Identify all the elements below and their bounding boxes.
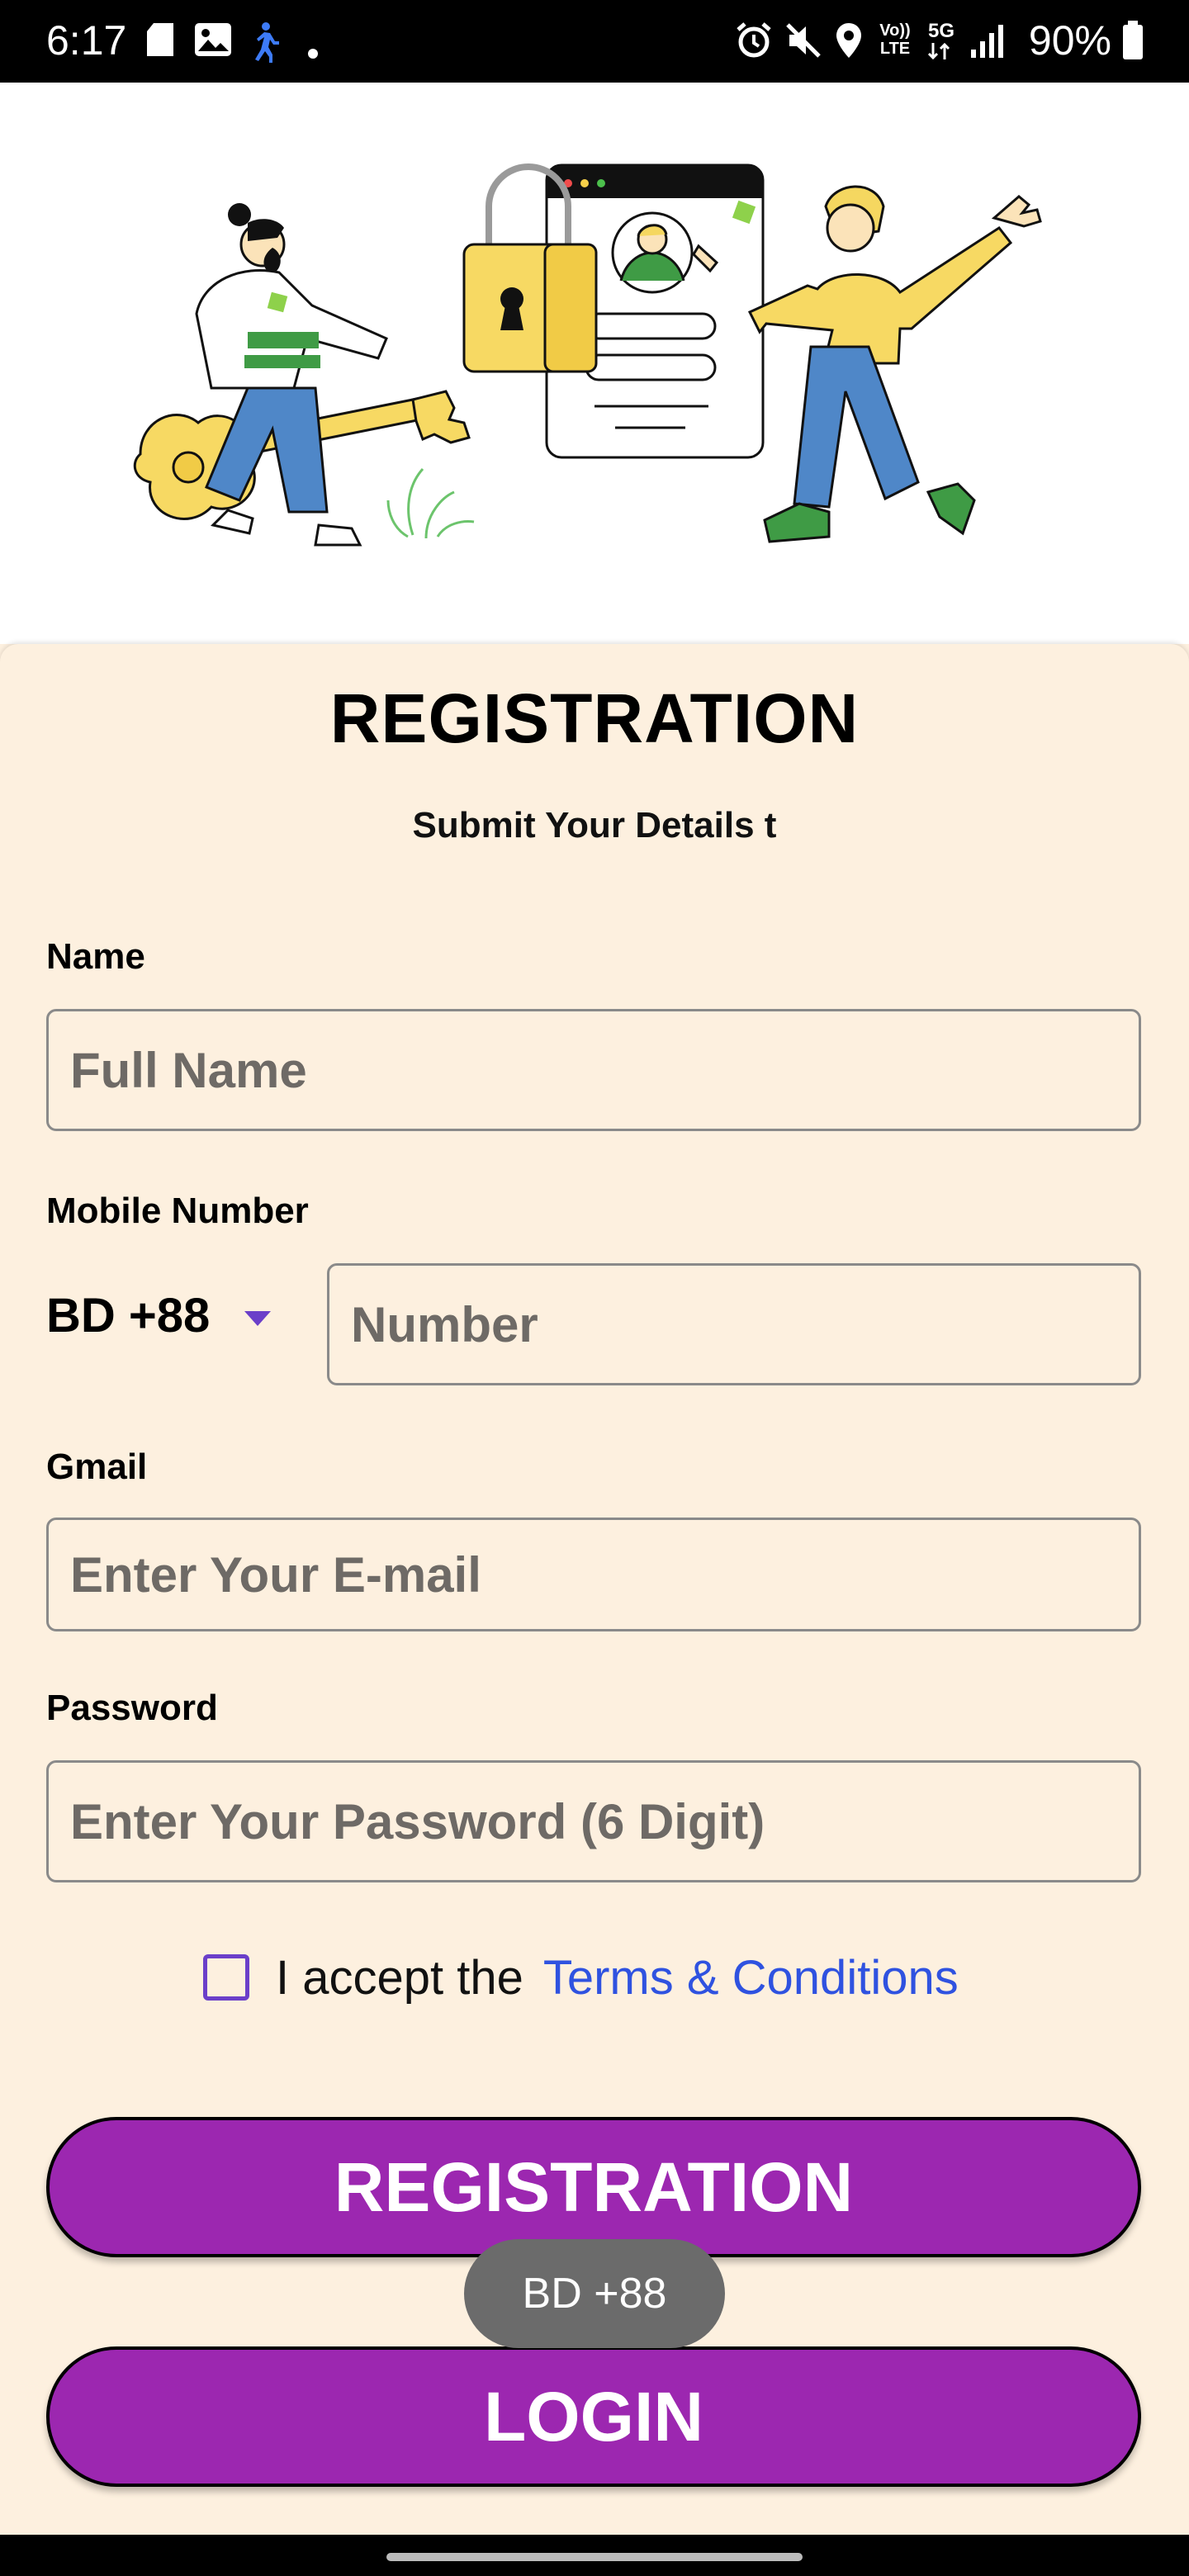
phone-number-placeholder: Number — [351, 1296, 538, 1352]
page-title: REGISTRATION — [329, 680, 860, 757]
full-name-placeholder: Full Name — [70, 1042, 307, 1098]
phone-number-input[interactable]: Number — [327, 1263, 1141, 1385]
plant-graphic — [386, 467, 475, 539]
location-icon — [836, 23, 861, 58]
5g-icon: 5G — [928, 20, 955, 42]
gmail-label: Gmail — [46, 1447, 148, 1487]
email-input[interactable]: Enter Your E-mail — [46, 1518, 1141, 1631]
hero-illustration — [0, 83, 1189, 644]
email-placeholder: Enter Your E-mail — [70, 1546, 481, 1603]
password-placeholder: Enter Your Password (6 Digit) — [70, 1793, 765, 1849]
terms-link[interactable]: Terms & Conditions — [543, 1950, 959, 2005]
registration-button[interactable]: REGISTRATION — [46, 2117, 1141, 2257]
data-arrows-icon — [927, 42, 950, 60]
full-name-input[interactable]: Full Name — [46, 1009, 1141, 1131]
volte-icon: Vo)) LTE — [879, 21, 911, 58]
dot-icon — [308, 49, 318, 59]
country-code-select[interactable]: BD +88 — [46, 1288, 210, 1343]
sd-card-icon — [147, 23, 173, 56]
left-person-graphic — [195, 203, 388, 547]
signal-icon — [971, 25, 1003, 58]
dropdown-arrow-icon[interactable] — [243, 1309, 272, 1328]
accept-text: I accept the — [276, 1950, 523, 2005]
terms-row: I accept the Terms & Conditions — [203, 1949, 959, 2006]
registration-illustration — [133, 163, 1042, 547]
login-button[interactable]: LOGIN — [46, 2346, 1141, 2487]
password-label: Password — [46, 1688, 218, 1728]
status-bar: 6:17 Vo)) LTE 5G 90% — [0, 0, 1189, 83]
battery-icon — [1123, 21, 1143, 59]
page-subtitle: Submit Your Details t — [412, 805, 777, 845]
alarm-icon — [737, 22, 771, 58]
image-icon — [195, 23, 231, 56]
mute-icon — [786, 23, 821, 58]
home-gesture-handle[interactable] — [386, 2553, 803, 2561]
password-input[interactable]: Enter Your Password (6 Digit) — [46, 1760, 1141, 1882]
terms-checkbox[interactable] — [203, 1954, 249, 2001]
walking-icon — [255, 22, 279, 63]
name-label: Name — [46, 936, 145, 977]
status-time: 6:17 — [46, 17, 127, 64]
toast-message: BD +88 — [464, 2239, 725, 2348]
mobile-number-label: Mobile Number — [46, 1191, 309, 1231]
battery-percent: 90% — [1028, 17, 1111, 64]
